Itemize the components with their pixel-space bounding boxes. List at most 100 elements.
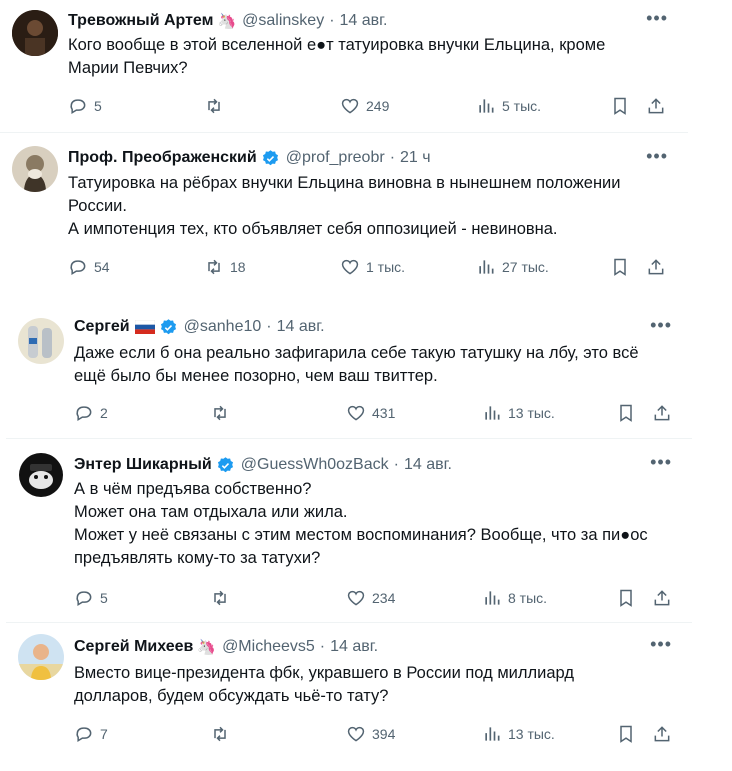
share-icon xyxy=(654,590,670,606)
views-icon xyxy=(485,727,500,741)
retweet-button[interactable] xyxy=(204,94,230,118)
tweet-text: Вместо вице-президента фбк, укравшего в … xyxy=(74,662,678,708)
bookmark-button[interactable] xyxy=(610,94,630,118)
retweet-button[interactable]: 18 xyxy=(204,255,246,279)
more-options-icon[interactable]: ••• xyxy=(650,452,672,473)
russia-flag-icon xyxy=(134,320,155,334)
action-bar: 5 249 5 тыс. xyxy=(68,94,674,118)
share-button[interactable] xyxy=(652,586,672,610)
reply-button[interactable]: 5 xyxy=(68,94,102,118)
action-bar: 7 394 13 тыс. xyxy=(74,722,678,746)
like-button[interactable]: 394 xyxy=(346,722,395,746)
share-icon xyxy=(654,726,670,742)
tweet[interactable]: Сергей @sanhe10 · 14 авг. ••• Даже если … xyxy=(6,306,692,439)
views-button[interactable]: 8 тыс. xyxy=(482,586,547,610)
retweet-button[interactable] xyxy=(210,722,236,746)
action-bar: 2 431 13 тыс. xyxy=(74,401,678,425)
tweet[interactable]: Сергей Михеев 🦄 @Micheevs5 · 14 авг. •••… xyxy=(6,624,692,771)
heart-icon xyxy=(347,590,365,606)
user-handle[interactable]: @GuessWh0ozBack xyxy=(241,456,389,474)
display-name[interactable]: Тревожный Артем xyxy=(68,12,213,30)
retweet-icon xyxy=(214,590,226,606)
views-count: 8 тыс. xyxy=(508,590,548,606)
display-name[interactable]: Проф. Преображенский xyxy=(68,149,257,167)
reply-button[interactable]: 54 xyxy=(68,255,110,279)
views-count: 13 тыс. xyxy=(508,726,555,742)
like-count: 394 xyxy=(372,726,396,742)
tweet-line: России. xyxy=(68,197,127,215)
timestamp[interactable]: 21 ч xyxy=(400,149,431,167)
share-icon xyxy=(648,98,664,114)
views-button[interactable]: 13 тыс. xyxy=(482,401,555,425)
tweet[interactable]: Энтер Шикарный @GuessWh0ozBack · 14 авг.… xyxy=(6,440,692,623)
display-name[interactable]: Сергей xyxy=(74,318,130,336)
like-button[interactable]: 249 xyxy=(340,94,389,118)
user-handle[interactable]: @prof_preobr xyxy=(286,149,385,167)
timestamp[interactable]: 14 авг. xyxy=(340,12,388,30)
separator-dot: · xyxy=(389,149,396,166)
share-button[interactable] xyxy=(646,94,666,118)
views-count: 13 тыс. xyxy=(508,405,555,421)
share-button[interactable] xyxy=(652,722,672,746)
action-bar: 54 18 1 тыс. 27 тыс. xyxy=(68,255,674,279)
avatar[interactable] xyxy=(18,318,64,364)
user-handle[interactable]: @salinskey xyxy=(242,12,324,30)
tweet-line: предъявлять кому-то за татухи? xyxy=(74,549,321,567)
retweet-button[interactable] xyxy=(210,401,236,425)
bookmark-button[interactable] xyxy=(610,255,630,279)
separator-dot: · xyxy=(319,638,326,655)
like-button[interactable]: 431 xyxy=(346,401,395,425)
tweet-line: Татуировка на рёбрах внучки Ельцина вино… xyxy=(68,174,621,192)
timestamp[interactable]: 14 авг. xyxy=(330,638,378,656)
heart-icon xyxy=(347,726,365,742)
reply-count: 2 xyxy=(100,405,108,421)
like-count: 249 xyxy=(366,98,390,114)
tweet-text: Татуировка на рёбрах внучки Ельцина вино… xyxy=(68,172,674,241)
views-button[interactable]: 13 тыс. xyxy=(482,722,555,746)
reply-button[interactable]: 7 xyxy=(74,722,108,746)
reply-button[interactable]: 5 xyxy=(74,586,108,610)
timestamp[interactable]: 14 авг. xyxy=(404,456,452,474)
bookmark-button[interactable] xyxy=(616,722,636,746)
user-handle[interactable]: @Micheevs5 xyxy=(222,638,315,656)
more-options-icon[interactable]: ••• xyxy=(650,634,672,655)
heart-icon xyxy=(347,405,365,421)
tweet[interactable]: Тревожный Артем 🦄 @salinskey · 14 авг. •… xyxy=(0,0,688,133)
more-options-icon[interactable]: ••• xyxy=(650,315,672,336)
tweet-line: Даже если б она реально зафигарила себе … xyxy=(74,344,639,362)
display-name[interactable]: Энтер Шикарный xyxy=(74,456,212,474)
views-icon xyxy=(485,591,500,605)
tweet-header: Сергей @sanhe10 · 14 авг. xyxy=(74,316,672,338)
avatar[interactable] xyxy=(18,634,64,680)
reply-count: 5 xyxy=(94,98,102,114)
share-button[interactable] xyxy=(652,401,672,425)
views-button[interactable]: 27 тыс. xyxy=(476,255,549,279)
avatar[interactable] xyxy=(12,146,58,192)
unicorn-emoji: 🦄 xyxy=(217,13,237,30)
like-button[interactable]: 234 xyxy=(346,586,395,610)
avatar[interactable] xyxy=(12,10,58,56)
like-count: 431 xyxy=(372,405,396,421)
retweet-button[interactable] xyxy=(210,586,236,610)
verified-badge-icon xyxy=(261,149,280,168)
like-button[interactable]: 1 тыс. xyxy=(340,255,405,279)
more-options-icon[interactable]: ••• xyxy=(646,8,668,29)
share-button[interactable] xyxy=(646,255,666,279)
reply-button[interactable]: 2 xyxy=(74,401,108,425)
tweet-header: Тревожный Артем 🦄 @salinskey · 14 авг. xyxy=(68,10,668,32)
user-handle[interactable]: @sanhe10 xyxy=(184,318,262,336)
views-button[interactable]: 5 тыс. xyxy=(476,94,541,118)
bookmark-button[interactable] xyxy=(616,401,636,425)
reply-icon xyxy=(70,260,86,275)
retweet-icon xyxy=(208,259,220,275)
display-name[interactable]: Сергей Михеев xyxy=(74,638,193,656)
separator-dot: · xyxy=(393,456,399,473)
timestamp[interactable]: 14 авг. xyxy=(277,318,325,336)
tweet[interactable]: Проф. Преображенский @prof_preobr · 21 ч… xyxy=(0,138,688,288)
avatar[interactable] xyxy=(18,452,64,498)
more-options-icon[interactable]: ••• xyxy=(646,146,668,167)
reply-count: 7 xyxy=(100,726,108,742)
bookmark-button[interactable] xyxy=(616,586,636,610)
tweet-line: Вместо вице-президента фбк, укравшего в … xyxy=(74,664,574,682)
tweet-line: А импотенция тех, кто объявляет себя опп… xyxy=(68,220,558,238)
